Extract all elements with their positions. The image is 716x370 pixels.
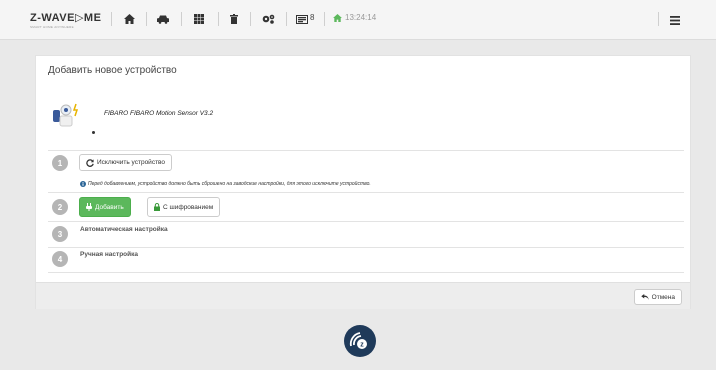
step-number: 2	[52, 199, 68, 215]
gears-icon[interactable]	[261, 13, 275, 25]
events-counter: 8	[310, 13, 315, 22]
clock-indicator: 13:24:14	[333, 13, 376, 22]
cancel-button[interactable]: Отмена	[633, 289, 682, 305]
step-divider	[48, 221, 684, 222]
add-device-panel: Добавить новое устройство FIBARO FIBARO …	[35, 55, 691, 309]
nav-divider	[250, 12, 251, 26]
car-icon[interactable]	[156, 13, 170, 25]
reset-hint: Перед добавлением, устройство должно быт…	[80, 181, 371, 187]
zwave-brand-icon: z	[344, 325, 376, 357]
info-icon	[80, 181, 86, 187]
step-divider	[48, 192, 684, 193]
secure-button-label: С шифрованием	[163, 203, 214, 211]
page-title: Добавить новое устройство	[48, 65, 177, 76]
trash-icon[interactable]	[227, 13, 241, 25]
z-wave-logo[interactable]: Z-WAVE▷ME SMART HOME ANYWHERE	[30, 11, 101, 29]
lock-icon	[154, 203, 160, 211]
auto-config-label: Автоматическая настройка	[80, 226, 168, 233]
device-image	[51, 100, 81, 130]
logo-text: Z-WAVE▷ME	[30, 12, 102, 24]
step-number: 3	[52, 226, 68, 242]
nav-divider	[324, 12, 325, 26]
nav-divider	[181, 12, 182, 26]
back-arrow-icon	[640, 294, 649, 300]
svg-text:z: z	[360, 342, 364, 349]
step-number: 1	[52, 155, 68, 171]
nav-divider	[658, 12, 659, 26]
device-name: FIBARO FIBARO Motion Sensor V3.2	[104, 110, 214, 117]
panel-footer: Отмена	[36, 282, 690, 309]
grid-icon[interactable]	[192, 13, 206, 25]
device-indicator	[92, 131, 95, 134]
reset-hint-text: Перед добавлением, устройство должно быт…	[88, 181, 371, 187]
exclude-device-button[interactable]: Исключить устройство	[79, 154, 173, 171]
home-icon[interactable]	[122, 13, 136, 25]
add-device-button[interactable]: Добавить	[79, 197, 131, 217]
secure-inclusion-button[interactable]: С шифрованием	[147, 197, 221, 217]
nav-divider	[111, 12, 112, 26]
step-divider	[48, 150, 684, 151]
logo-subtitle: SMART HOME ANYWHERE	[30, 25, 74, 29]
events-icon[interactable]	[295, 13, 309, 25]
top-navbar: Z-WAVE▷ME SMART HOME ANYWHERE 8 13:24:14	[0, 0, 716, 40]
nav-divider	[286, 12, 287, 26]
step-divider	[48, 272, 684, 273]
manual-config-label: Ручная настройка	[80, 251, 139, 258]
cancel-button-label: Отмена	[651, 293, 675, 301]
hamburger-icon[interactable]	[670, 12, 684, 25]
step-number: 4	[52, 251, 68, 267]
refresh-icon	[86, 158, 94, 167]
nav-divider	[146, 12, 147, 26]
exclude-button-label: Исключить устройство	[97, 159, 166, 166]
clock-time: 13:24:14	[345, 13, 377, 22]
home-status-icon	[333, 13, 342, 22]
step-divider	[48, 247, 684, 248]
plug-icon	[86, 203, 92, 211]
add-button-label: Добавить	[95, 203, 124, 211]
nav-divider	[218, 12, 219, 26]
